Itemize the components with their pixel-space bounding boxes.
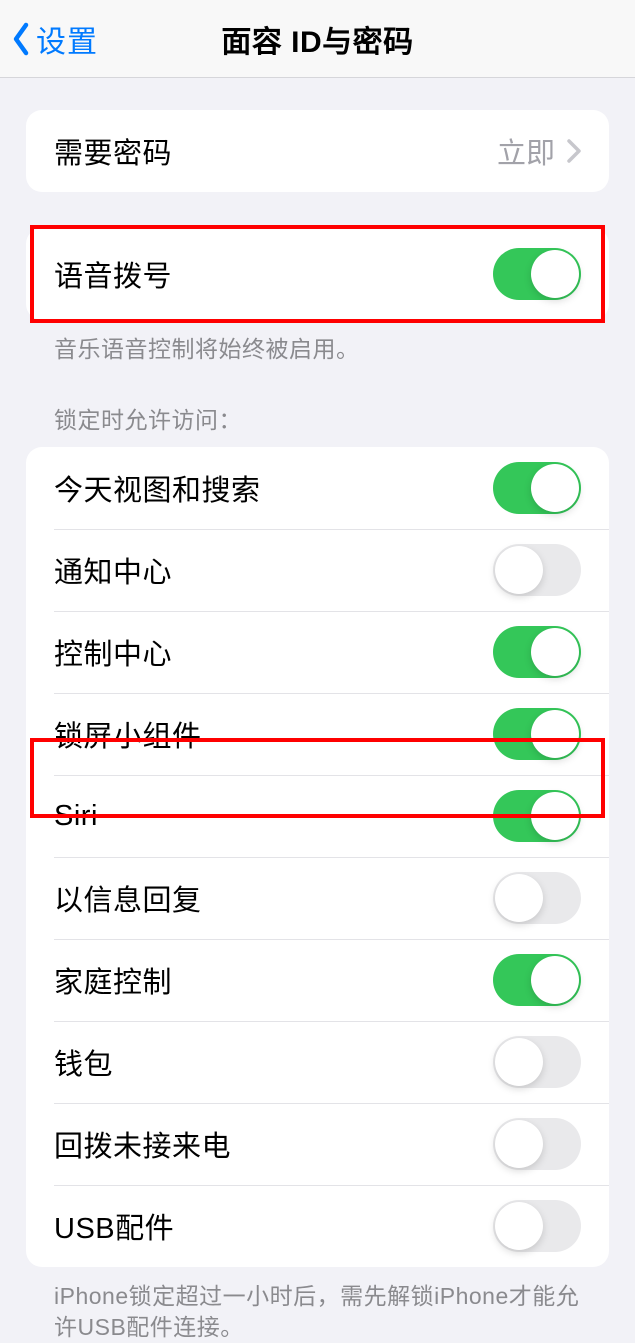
lock-access-toggle-1[interactable] <box>493 544 581 596</box>
row-lock-access-5: 以信息回复 <box>26 857 609 939</box>
lock-access-label-9: USB配件 <box>54 1205 174 1247</box>
row-lock-access-4: Siri <box>26 775 609 857</box>
row-lock-access-7: 钱包 <box>26 1021 609 1103</box>
lock-access-label-8: 回拨未接来电 <box>54 1123 231 1165</box>
row-lock-access-9: USB配件 <box>26 1185 609 1267</box>
section-lock-access: 锁定时允许访问： 今天视图和搜索通知中心控制中心锁屏小组件 Siri 以信息回复家庭… <box>26 401 609 1343</box>
lock-access-label-5: 以信息回复 <box>54 877 202 919</box>
row-lock-access-3: 锁屏小组件 <box>26 693 609 775</box>
lock-access-label-1: 通知中心 <box>54 549 172 591</box>
page-title: 面容 ID与密码 <box>0 17 635 61</box>
chevron-right-icon <box>567 139 581 163</box>
voice-dial-footnote: 音乐语音控制将始终被启用。 <box>54 334 581 365</box>
navbar: 设置 面容 ID与密码 <box>0 0 635 78</box>
lock-access-toggle-8[interactable] <box>493 1118 581 1170</box>
lock-access-footnote: iPhone锁定超过一小时后，需先解锁iPhone才能允许USB配件连接。 <box>54 1281 581 1343</box>
lock-access-toggle-7[interactable] <box>493 1036 581 1088</box>
row-lock-access-1: 通知中心 <box>26 529 609 611</box>
section-require-passcode: 需要密码 立即 <box>26 110 609 192</box>
row-lock-access-8: 回拨未接来电 <box>26 1103 609 1185</box>
voice-dial-label: 语音拨号 <box>54 253 172 295</box>
voice-dial-toggle[interactable] <box>493 248 581 300</box>
lock-access-label-6: 家庭控制 <box>54 959 172 1001</box>
row-lock-access-2: 控制中心 <box>26 611 609 693</box>
lock-access-label-2: 控制中心 <box>54 631 172 673</box>
lock-access-label-3: 锁屏小组件 <box>54 713 202 755</box>
lock-access-toggle-5[interactable] <box>493 872 581 924</box>
lock-access-label-7: 钱包 <box>54 1041 113 1083</box>
lock-access-header: 锁定时允许访问： <box>54 401 609 435</box>
require-passcode-label: 需要密码 <box>54 130 172 172</box>
lock-access-toggle-4[interactable] <box>493 790 581 842</box>
require-passcode-value: 立即 <box>497 130 555 172</box>
row-lock-access-6: 家庭控制 <box>26 939 609 1021</box>
lock-access-toggle-0[interactable] <box>493 462 581 514</box>
row-require-passcode[interactable]: 需要密码 立即 <box>26 110 609 192</box>
section-voice-dial: 语音拨号 音乐语音控制将始终被启用。 <box>26 228 609 365</box>
row-lock-access-0: 今天视图和搜索 <box>26 447 609 529</box>
row-voice-dial: 语音拨号 <box>26 228 609 320</box>
lock-access-toggle-9[interactable] <box>493 1200 581 1252</box>
lock-access-label-0: 今天视图和搜索 <box>54 467 261 509</box>
lock-access-toggle-6[interactable] <box>493 954 581 1006</box>
lock-access-label-4: Siri <box>54 800 98 833</box>
lock-access-toggle-2[interactable] <box>493 626 581 678</box>
lock-access-toggle-3[interactable] <box>493 708 581 760</box>
